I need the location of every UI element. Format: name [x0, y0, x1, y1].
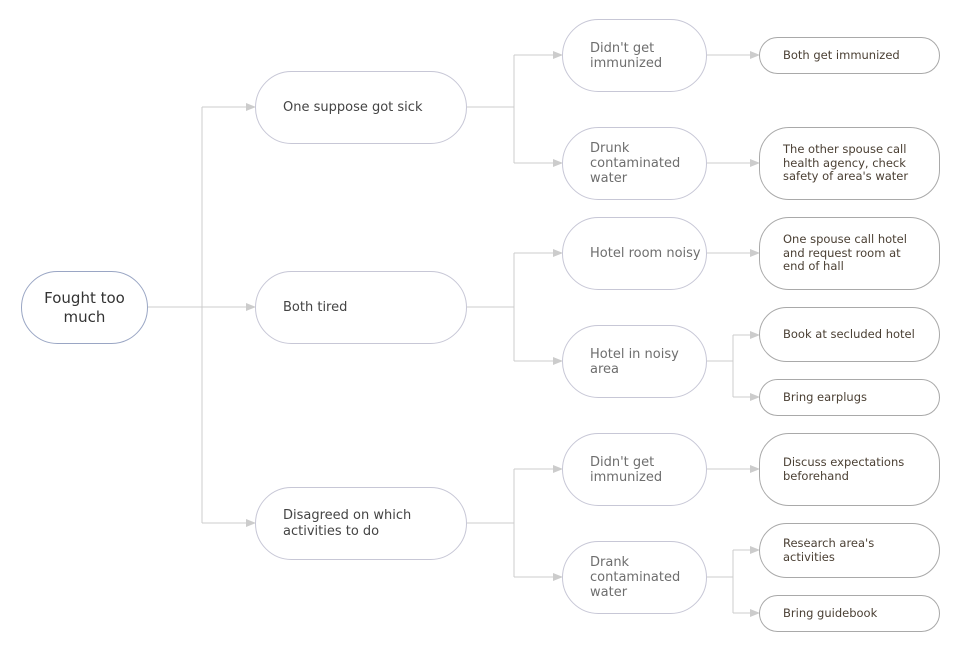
- solution-node[interactable]: Bring earplugs: [759, 379, 940, 416]
- subcause-label: Drunk contaminated water: [590, 141, 681, 186]
- solution-label: Bring earplugs: [783, 389, 867, 404]
- root-node[interactable]: Fought too much: [21, 271, 148, 344]
- cause-node-sick[interactable]: One suppose got sick: [255, 71, 467, 144]
- solution-label: Discuss expectations beforehand: [783, 455, 905, 483]
- solution-node[interactable]: Research area's activities: [759, 523, 940, 578]
- solution-label: Both get immunized: [783, 47, 900, 62]
- cause-node-tired[interactable]: Both tired: [255, 271, 467, 344]
- subcause-node[interactable]: Hotel in noisy area: [562, 325, 707, 398]
- cause-node-disagreed[interactable]: Disagreed on which activities to do: [255, 487, 467, 560]
- solution-node[interactable]: Both get immunized: [759, 37, 940, 74]
- subcause-node[interactable]: Didn't get immunized: [562, 433, 707, 506]
- subcause-label: Hotel in noisy area: [590, 346, 679, 377]
- solution-node[interactable]: Discuss expectations beforehand: [759, 433, 940, 506]
- subcause-label: Drank contaminated water: [590, 555, 681, 600]
- cause-label: One suppose got sick: [283, 99, 423, 115]
- solution-label: Book at secluded hotel: [783, 326, 915, 341]
- cause-label: Both tired: [283, 299, 348, 315]
- subcause-label: Didn't get immunized: [590, 40, 663, 71]
- root-label: Fought too much: [44, 288, 125, 326]
- solution-label: Research area's activities: [783, 536, 875, 564]
- solution-label: Bring guidebook: [783, 605, 878, 620]
- cause-label: Disagreed on which activities to do: [283, 507, 412, 539]
- solution-node[interactable]: Bring guidebook: [759, 595, 940, 632]
- solution-label: One spouse call hotel and request room a…: [783, 232, 907, 274]
- subcause-node[interactable]: Drunk contaminated water: [562, 127, 707, 200]
- subcause-node[interactable]: Didn't get immunized: [562, 19, 707, 92]
- solution-node[interactable]: Book at secluded hotel: [759, 307, 940, 362]
- solution-node[interactable]: One spouse call hotel and request room a…: [759, 217, 940, 290]
- subcause-node[interactable]: Drank contaminated water: [562, 541, 707, 614]
- subcause-label: Didn't get immunized: [590, 454, 663, 485]
- subcause-label: Hotel room noisy: [590, 246, 701, 261]
- subcause-node[interactable]: Hotel room noisy: [562, 217, 707, 290]
- solution-node[interactable]: The other spouse call health agency, che…: [759, 127, 940, 200]
- solution-label: The other spouse call health agency, che…: [783, 142, 909, 184]
